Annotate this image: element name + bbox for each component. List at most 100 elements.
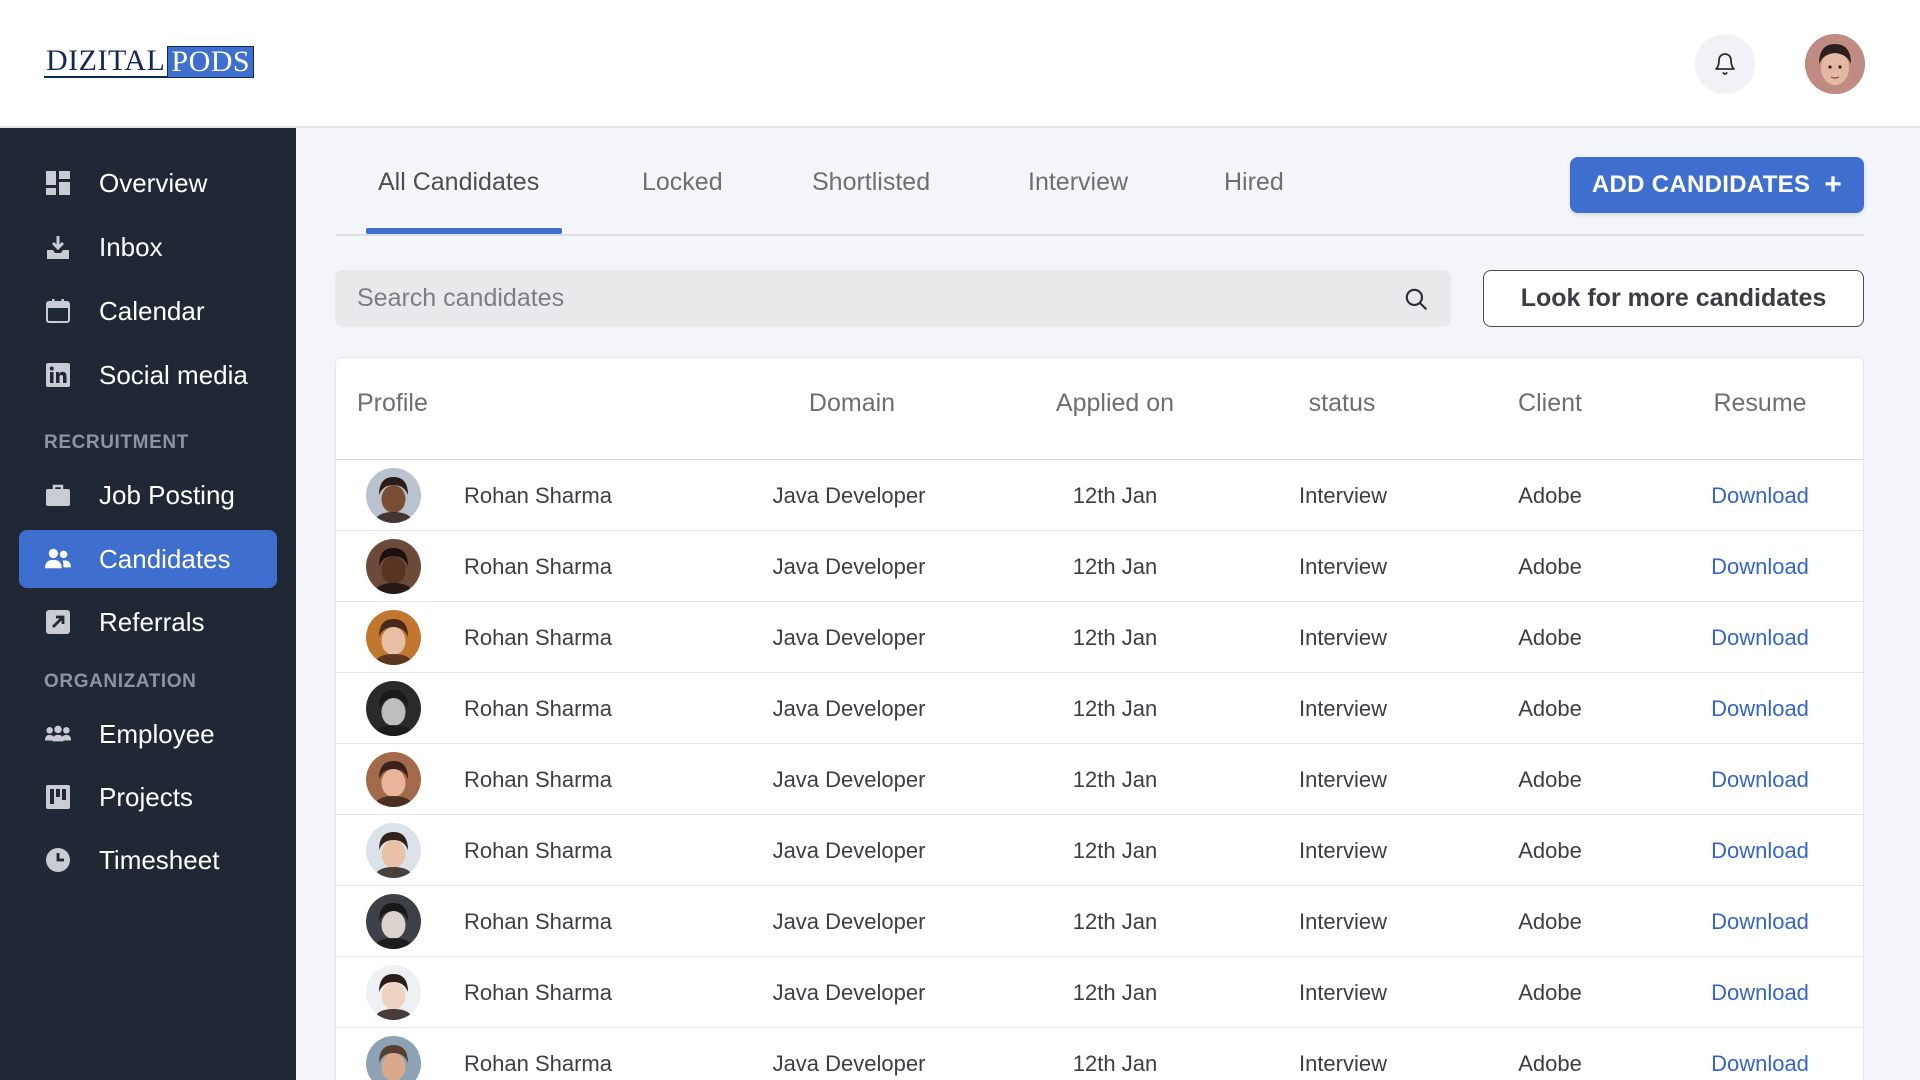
sidebar-item-inbox[interactable]: Inbox (19, 218, 277, 276)
tab-all-candidates[interactable]: All Candidates (378, 168, 539, 197)
candidate-name: Rohan Sharma (464, 838, 612, 863)
dashboard-icon (45, 170, 71, 196)
section-label-recruitment: RECRUITMENT (44, 432, 189, 453)
inbox-download-icon (45, 234, 71, 260)
sidebar-item-calendar[interactable]: Calendar (19, 282, 277, 340)
resume-download-link[interactable]: Download (1711, 625, 1809, 651)
table-row[interactable]: Rohan Sharma Java Developer 12th Jan Interv… (336, 1028, 1863, 1080)
candidate-avatar[interactable] (366, 823, 421, 878)
plus-icon: + (1824, 168, 1843, 201)
linkedin-icon (45, 362, 71, 388)
share-arrow-icon (45, 609, 71, 635)
candidate-domain: Java Developer (772, 838, 926, 863)
tab-locked[interactable]: Locked (642, 168, 723, 197)
candidate-avatar[interactable] (366, 468, 421, 523)
sidebar: Overview Inbox Calendar Social media REC… (0, 128, 296, 1080)
notifications-button[interactable] (1695, 34, 1755, 94)
sidebar-item-overview[interactable]: Overview (19, 154, 277, 212)
sidebar-item-projects[interactable]: Projects (19, 768, 277, 826)
candidate-client: Adobe (1518, 696, 1582, 721)
candidate-applied-on: 12th Jan (1072, 838, 1158, 863)
candidate-applied-on: 12th Jan (1072, 554, 1158, 579)
resume-download-link[interactable]: Download (1711, 483, 1809, 509)
candidate-status: Interview (1298, 838, 1388, 863)
resume-download-link[interactable]: Download (1711, 909, 1809, 935)
candidate-status: Interview (1298, 1051, 1388, 1076)
candidate-status: Interview (1298, 767, 1388, 792)
sidebar-item-referrals[interactable]: Referrals (19, 593, 277, 651)
candidate-name: Rohan Sharma (464, 909, 612, 934)
tab-hired[interactable]: Hired (1224, 168, 1284, 197)
candidate-client: Adobe (1518, 767, 1582, 792)
resume-download-link[interactable]: Download (1711, 554, 1809, 580)
calendar-icon (45, 298, 71, 324)
candidate-applied-on: 12th Jan (1072, 767, 1158, 792)
candidate-name: Rohan Sharma (464, 554, 612, 579)
add-candidates-button[interactable]: ADD CANDIDATES + (1570, 157, 1864, 213)
column-header-applied-on: Applied on (1055, 389, 1175, 417)
table-row[interactable]: Rohan Sharma Java Developer 12th Jan Interv… (336, 957, 1863, 1028)
candidate-avatar[interactable] (366, 752, 421, 807)
candidate-client: Adobe (1518, 838, 1582, 863)
candidate-avatar[interactable] (366, 894, 421, 949)
sidebar-item-social-media[interactable]: Social media (19, 346, 277, 404)
candidate-applied-on: 12th Jan (1072, 1051, 1158, 1076)
candidate-avatar[interactable] (366, 1036, 421, 1080)
sidebar-item-candidates[interactable]: Candidates (19, 530, 277, 588)
candidate-domain: Java Developer (772, 980, 926, 1005)
clock-icon (45, 847, 71, 873)
resume-download-link[interactable]: Download (1711, 980, 1809, 1006)
board-icon (45, 784, 71, 810)
logo-text-dizital: DIZITAL (44, 44, 168, 78)
candidate-avatar[interactable] (366, 681, 421, 736)
briefcase-icon (45, 482, 71, 508)
table-row[interactable]: Rohan Sharma Java Developer 12th Jan Interv… (336, 602, 1863, 673)
sidebar-item-label: Projects (99, 781, 193, 812)
search-input[interactable] (335, 270, 1451, 327)
dizitalpods-logo[interactable]: DIZITAL PODS (44, 44, 255, 78)
sidebar-item-job-posting[interactable]: Job Posting (19, 466, 277, 524)
user-avatar[interactable] (1805, 34, 1865, 94)
sidebar-item-label: Calendar (99, 295, 205, 326)
column-header-domain: Domain (808, 389, 896, 417)
candidate-avatar[interactable] (366, 965, 421, 1020)
sidebar-item-label: Candidates (99, 543, 231, 574)
tab-interview[interactable]: Interview (1028, 168, 1128, 197)
table-row[interactable]: Rohan Sharma Java Developer 12th Jan Interv… (336, 815, 1863, 886)
candidate-avatar[interactable] (366, 539, 421, 594)
candidate-domain: Java Developer (772, 1051, 926, 1076)
resume-download-link[interactable]: Download (1711, 767, 1809, 793)
candidate-status: Interview (1298, 696, 1388, 721)
active-tab-indicator (366, 228, 562, 234)
sidebar-item-timesheet[interactable]: Timesheet (19, 831, 277, 889)
look-for-more-candidates-button[interactable]: Look for more candidates (1483, 270, 1864, 327)
search-icon[interactable] (1403, 286, 1429, 312)
tab-shortlisted[interactable]: Shortlisted (812, 168, 930, 197)
candidate-client: Adobe (1518, 980, 1582, 1005)
candidate-domain: Java Developer (772, 767, 926, 792)
candidate-name: Rohan Sharma (464, 696, 612, 721)
resume-download-link[interactable]: Download (1711, 1051, 1809, 1077)
column-header-profile: Profile (357, 389, 428, 417)
resume-download-link[interactable]: Download (1711, 838, 1809, 864)
section-label-organization: ORGANIZATION (44, 671, 197, 692)
table-row[interactable]: Rohan Sharma Java Developer 12th Jan Interv… (336, 531, 1863, 602)
table-row[interactable]: Rohan Sharma Java Developer 12th Jan Interv… (336, 673, 1863, 744)
group-icon (45, 721, 71, 747)
candidate-name: Rohan Sharma (464, 1051, 612, 1076)
candidate-applied-on: 12th Jan (1072, 909, 1158, 934)
top-header: DIZITAL PODS (0, 0, 1920, 128)
candidate-name: Rohan Sharma (464, 980, 612, 1005)
sidebar-item-label: Referrals (99, 606, 205, 637)
table-row[interactable]: Rohan Sharma Java Developer 12th Jan Interv… (336, 886, 1863, 957)
candidate-status: Interview (1298, 980, 1388, 1005)
candidate-avatar[interactable] (366, 610, 421, 665)
table-row[interactable]: Rohan Sharma Java Developer 12th Jan Interv… (336, 744, 1863, 815)
table-row[interactable]: Rohan Sharma Java Developer 12th Jan Interv… (336, 460, 1863, 531)
sidebar-item-label: Timesheet (99, 844, 220, 875)
bell-icon (1715, 53, 1735, 75)
sidebar-item-employee[interactable]: Employee (19, 705, 277, 763)
resume-download-link[interactable]: Download (1711, 696, 1809, 722)
sidebar-item-label: Social media (99, 359, 248, 390)
column-header-client: Client (1518, 389, 1582, 417)
